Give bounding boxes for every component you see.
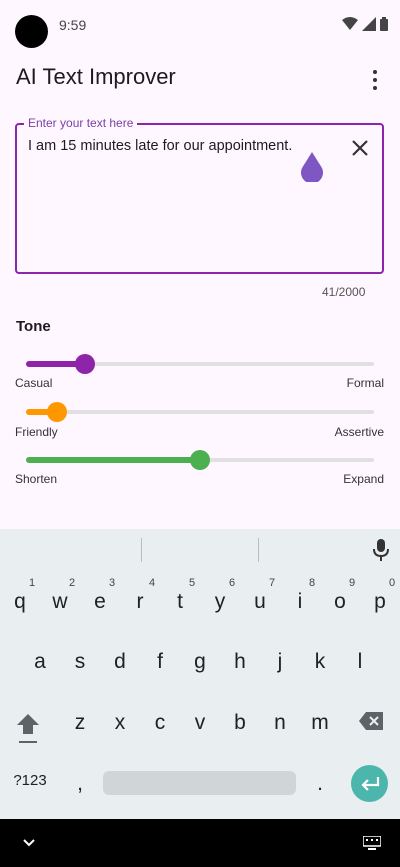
key-e[interactable]: e bbox=[80, 590, 120, 614]
status-icons bbox=[342, 17, 388, 31]
key-h[interactable]: h bbox=[220, 650, 260, 674]
slider-left-label: Casual bbox=[15, 376, 53, 390]
key-number-hint: 6 bbox=[228, 577, 236, 589]
close-icon[interactable] bbox=[349, 137, 371, 159]
slider-thumb[interactable] bbox=[75, 354, 96, 374]
battery-icon bbox=[380, 17, 388, 31]
key-b[interactable]: b bbox=[220, 711, 260, 735]
key-d[interactable]: d bbox=[100, 650, 140, 674]
microphone-icon[interactable] bbox=[372, 539, 390, 561]
key-c[interactable]: c bbox=[140, 711, 180, 735]
signal-icon bbox=[362, 17, 376, 31]
key-number-hint: 9 bbox=[348, 577, 356, 589]
key-x[interactable]: x bbox=[100, 711, 140, 735]
text-cursor-handle-icon[interactable] bbox=[300, 152, 324, 182]
slider-right-label: Expand bbox=[343, 472, 384, 486]
key-number-hint: 4 bbox=[148, 577, 156, 589]
key-v[interactable]: v bbox=[180, 711, 220, 735]
key-t[interactable]: t bbox=[160, 590, 200, 614]
camera-cutout bbox=[15, 15, 48, 48]
key-s[interactable]: s bbox=[60, 650, 100, 674]
tone-heading: Tone bbox=[16, 318, 51, 335]
slider-right-label: Formal bbox=[346, 376, 384, 390]
page-title: AI Text Improver bbox=[16, 64, 176, 89]
key-k[interactable]: k bbox=[300, 650, 340, 674]
key-number-hint: 7 bbox=[268, 577, 276, 589]
shift-icon[interactable] bbox=[16, 712, 40, 744]
slider-thumb[interactable] bbox=[47, 402, 68, 422]
chevron-down-icon[interactable] bbox=[22, 838, 36, 848]
key-u[interactable]: u bbox=[240, 590, 280, 614]
key-a[interactable]: a bbox=[20, 650, 60, 674]
suggestion-divider bbox=[141, 538, 142, 562]
text-input-value[interactable]: I am 15 minutes late for our appointment… bbox=[28, 138, 292, 154]
more-vert-icon[interactable] bbox=[364, 68, 386, 92]
slider-thumb[interactable] bbox=[190, 450, 210, 470]
key-g[interactable]: g bbox=[180, 650, 220, 674]
key-m[interactable]: m bbox=[300, 711, 340, 735]
key-n[interactable]: n bbox=[260, 711, 300, 735]
key-number-hint: 5 bbox=[188, 577, 196, 589]
key-o[interactable]: o bbox=[320, 590, 360, 614]
key-i[interactable]: i bbox=[280, 590, 320, 614]
period-key[interactable]: . bbox=[300, 772, 340, 796]
key-number-hint: 0 bbox=[388, 577, 396, 589]
navigation-bar bbox=[0, 819, 400, 867]
enter-icon bbox=[360, 776, 379, 791]
slider-left-label: Friendly bbox=[15, 425, 58, 439]
space-key[interactable] bbox=[103, 771, 296, 795]
enter-key[interactable] bbox=[351, 765, 388, 802]
key-w[interactable]: w bbox=[40, 590, 80, 614]
key-r[interactable]: r bbox=[120, 590, 160, 614]
key-p[interactable]: p bbox=[360, 590, 400, 614]
key-l[interactable]: l bbox=[340, 650, 380, 674]
key-y[interactable]: y bbox=[200, 590, 240, 614]
symbols-key[interactable]: ?123 bbox=[10, 772, 50, 789]
key-z[interactable]: z bbox=[60, 711, 100, 735]
text-input-label: Enter your text here bbox=[24, 116, 138, 130]
wifi-icon bbox=[342, 17, 358, 30]
slider-left-label: Shorten bbox=[15, 472, 58, 486]
backspace-icon[interactable] bbox=[358, 711, 384, 731]
key-number-hint: 2 bbox=[68, 577, 76, 589]
key-f[interactable]: f bbox=[140, 650, 180, 674]
slider-right-label: Assertive bbox=[334, 425, 384, 439]
slider-track[interactable] bbox=[26, 410, 374, 414]
key-number-hint: 1 bbox=[28, 577, 36, 589]
slider-fill bbox=[26, 457, 200, 463]
keyboard-switch-icon[interactable] bbox=[363, 836, 381, 850]
status-time: 9:59 bbox=[59, 17, 87, 33]
key-j[interactable]: j bbox=[260, 650, 300, 674]
key-q[interactable]: q bbox=[0, 590, 40, 614]
comma-key[interactable]: , bbox=[60, 772, 100, 796]
key-number-hint: 8 bbox=[308, 577, 316, 589]
character-counter: 41/2000 bbox=[322, 285, 366, 299]
suggestion-divider bbox=[258, 538, 259, 562]
key-number-hint: 3 bbox=[108, 577, 116, 589]
